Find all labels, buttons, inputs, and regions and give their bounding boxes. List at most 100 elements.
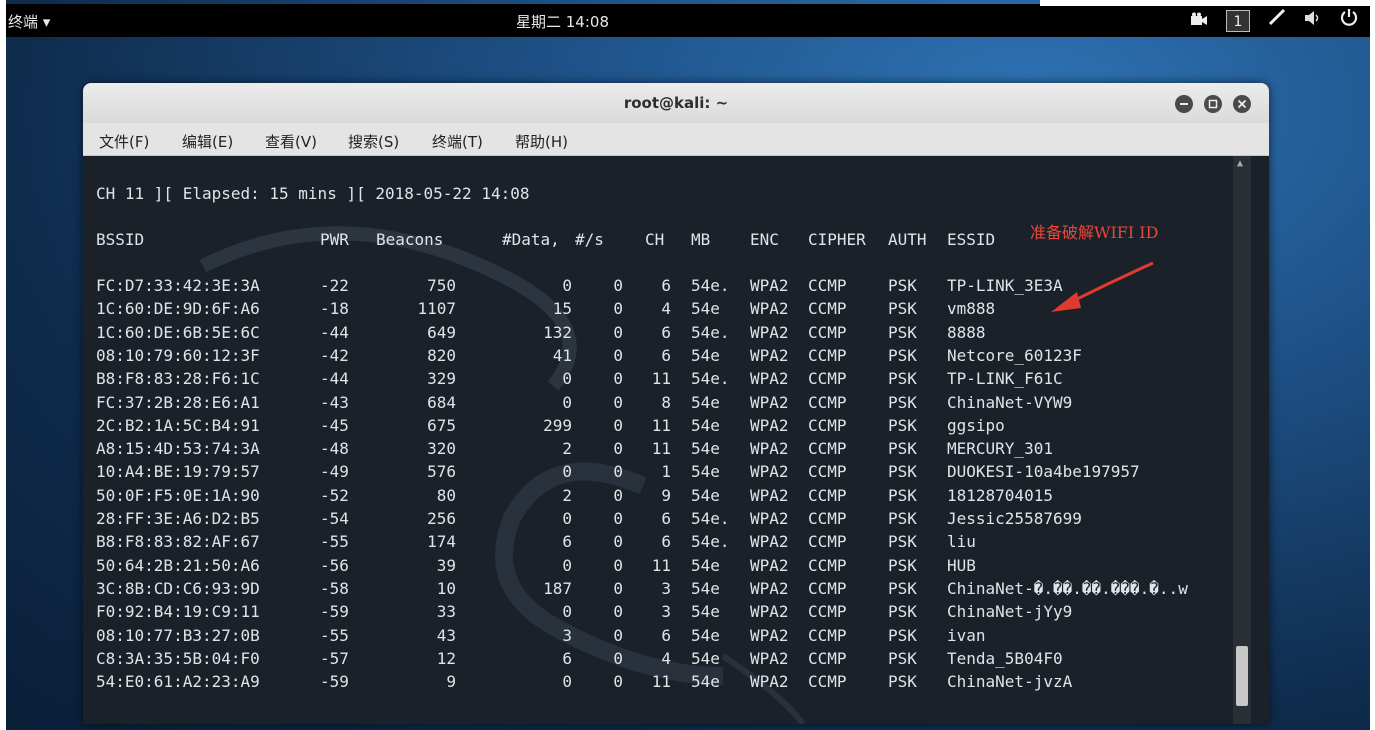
cell-mb: 54e [691,625,720,645]
cell-bssid: 2C:B2:1A:5C:B4:91 [96,415,260,435]
cell-data: 0 [562,602,572,622]
cell-essid: Netcore_60123F [947,345,1082,365]
menu-file[interactable]: 文件(F) [99,131,149,152]
menu-terminal[interactable]: 终端(T) [432,131,483,152]
cell-data: 0 [562,392,572,412]
cell-rate: 0 [613,345,623,365]
menu-search[interactable]: 搜索(S) [348,131,399,152]
cell-beacons: 750 [427,276,456,295]
cell-beacons: 43 [436,625,456,645]
app-menu-button[interactable]: 终端 ▾ [8,11,50,32]
scroll-up-icon[interactable]: ▲ [1237,158,1243,169]
cell-rate: 0 [613,462,623,482]
cell-mb: 54e [691,648,720,668]
terminal-output[interactable]: CH 11 ][ Elapsed: 15 mins ][ 2018-05-22 … [83,156,1251,724]
cell-auth: PSK [888,415,917,435]
cell-enc: WPA2 [750,578,789,598]
cell-cipher: CCMP [808,532,847,552]
cell-ch: 6 [661,322,671,342]
cell-cipher: CCMP [808,369,847,389]
cell-cipher: CCMP [808,299,847,319]
window-titlebar[interactable]: root@kali: ~ [83,83,1269,123]
cell-cipher: CCMP [808,672,847,692]
cell-bssid: B8:F8:83:28:F6:1C [96,369,260,389]
menu-view[interactable]: 查看(V) [265,131,317,152]
cell-ch: 11 [651,672,671,692]
cell-beacons: 684 [427,392,456,412]
cell-rate: 0 [613,532,623,552]
cell-beacons: 39 [436,555,456,575]
cell-beacons: 649 [427,322,456,342]
status-line: CH 11 ][ Elapsed: 15 mins ][ 2018-05-22 … [96,184,530,203]
header-auth: AUTH [888,230,927,249]
cell-data: 0 [562,555,572,575]
cell-essid: ChinaNet-�.��.��.���.�..w [947,578,1188,598]
maximize-button[interactable] [1204,95,1222,113]
header-essid: ESSID [947,230,996,249]
cell-auth: PSK [888,462,917,482]
pen-icon[interactable] [1268,8,1286,33]
cell-beacons: 80 [436,485,456,505]
cell-data: 0 [562,462,572,482]
cell-mb: 54e [691,555,720,575]
system-tray: 1 [1190,8,1358,33]
minimize-button[interactable] [1175,95,1193,113]
cell-pwr: -55 [320,532,349,552]
cell-essid: ChinaNet-jYy9 [947,602,1073,622]
cell-enc: WPA2 [750,509,789,528]
cell-auth: PSK [888,555,917,575]
cell-mb: 54e. [691,369,730,389]
cell-data: 0 [562,369,572,389]
header-pwr: PWR [320,230,349,249]
cell-cipher: CCMP [808,485,847,505]
cell-enc: WPA2 [750,299,789,319]
cell-auth: PSK [888,276,917,295]
cell-ch: 8 [661,392,671,412]
cell-auth: PSK [888,648,917,668]
cell-bssid: FC:37:2B:28:E6:A1 [96,392,260,412]
cell-auth: PSK [888,602,917,622]
cell-ch: 11 [651,369,671,389]
scrollbar-thumb[interactable] [1236,646,1248,706]
cell-essid: ChinaNet-VYW9 [947,392,1073,412]
header-beacons: Beacons [376,230,444,249]
power-icon[interactable] [1340,8,1358,33]
cell-data: 15 [552,299,572,319]
cell-rate: 0 [613,299,623,319]
cell-ch: 6 [661,276,671,295]
panel-edge-strip [1040,0,1370,6]
header-rate: #/s [575,230,604,249]
cell-enc: WPA2 [750,462,789,482]
cell-essid: 18128704015 [947,485,1053,505]
cell-enc: WPA2 [750,532,789,552]
menu-help[interactable]: 帮助(H) [515,131,568,152]
cell-pwr: -45 [320,415,349,435]
cell-bssid: 1C:60:DE:6B:5E:6C [96,322,260,342]
video-icon[interactable] [1190,9,1208,33]
scrollbar[interactable]: ▲ [1233,156,1251,724]
cell-beacons: 174 [427,532,456,552]
annotation-label: 准备破解WIFI ID [1030,223,1159,242]
cell-bssid: 3C:8B:CD:C6:93:9D [96,578,260,598]
cell-bssid: B8:F8:83:82:AF:67 [96,532,260,552]
cell-enc: WPA2 [750,345,789,365]
cell-enc: WPA2 [750,602,789,622]
cell-data: 2 [562,439,572,459]
header-mb: MB [691,230,711,249]
cell-beacons: 10 [436,578,456,598]
cell-rate: 0 [613,415,623,435]
cell-enc: WPA2 [750,625,789,645]
cell-pwr: -42 [320,345,349,365]
cell-mb: 54e [691,578,720,598]
cell-ch: 4 [661,299,671,319]
cell-ch: 6 [661,509,671,528]
volume-icon[interactable] [1304,9,1322,33]
cell-ch: 11 [651,439,671,459]
cell-mb: 54e [691,602,720,622]
workspace-indicator[interactable]: 1 [1226,9,1250,32]
cell-rate: 0 [613,369,623,389]
close-button[interactable] [1233,95,1251,113]
header-data: #Data, [502,230,560,249]
menu-edit[interactable]: 编辑(E) [182,131,233,152]
clock[interactable]: 星期二 14:08 [516,11,609,32]
